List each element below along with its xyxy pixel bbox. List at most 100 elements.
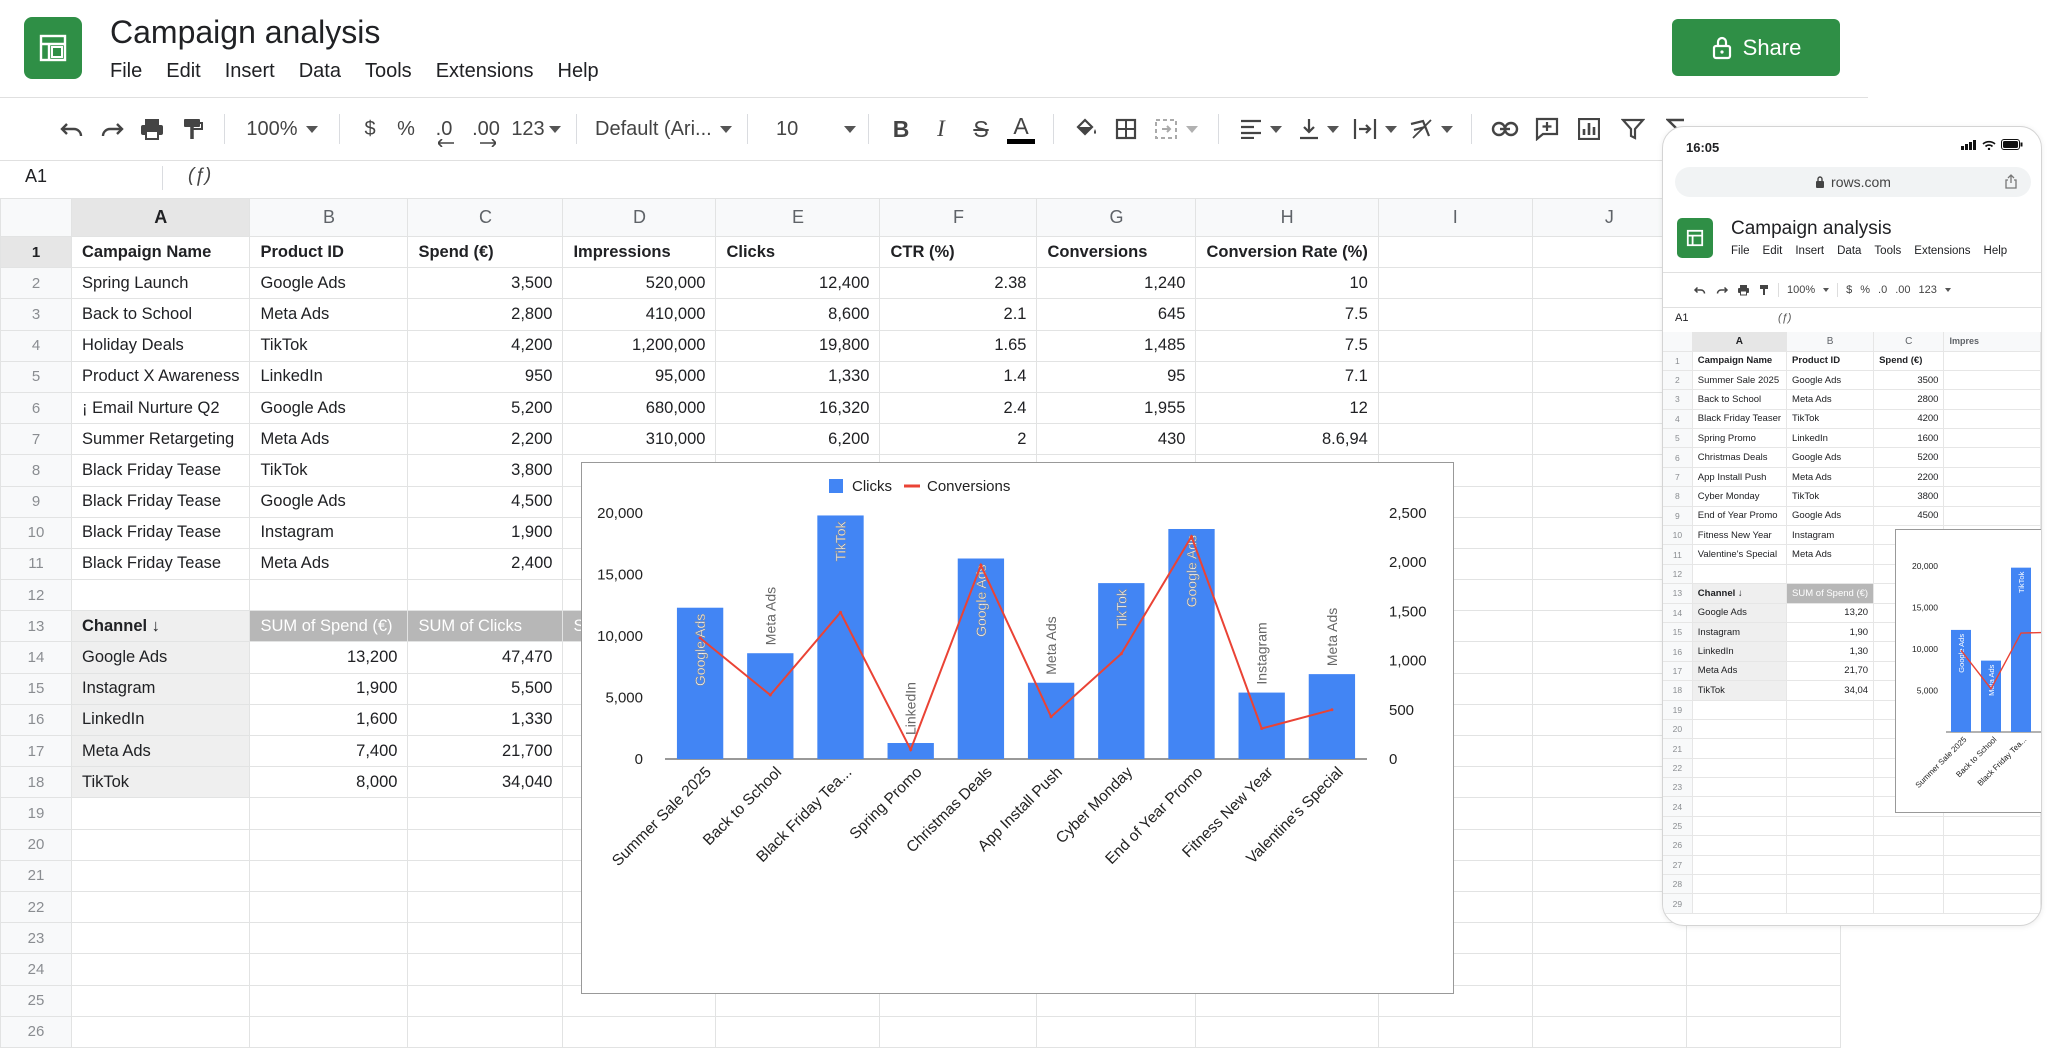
row-header[interactable]: 12 bbox=[1663, 564, 1693, 585]
cell[interactable]: Meta Ads bbox=[249, 423, 409, 456]
percent-format-button[interactable]: % bbox=[1860, 284, 1870, 296]
redo-icon[interactable] bbox=[1715, 285, 1729, 295]
row-header[interactable]: 23 bbox=[1663, 777, 1693, 798]
cell[interactable]: 1,485 bbox=[1036, 330, 1197, 362]
cell[interactable]: 2.4 bbox=[879, 392, 1038, 425]
cell[interactable]: Meta Ads bbox=[1786, 467, 1875, 488]
cell[interactable] bbox=[1686, 953, 1841, 986]
cell[interactable]: Back to School bbox=[71, 298, 251, 331]
cell[interactable]: 12 bbox=[1195, 392, 1379, 425]
row-header[interactable]: 16 bbox=[1663, 641, 1693, 662]
undo-icon[interactable] bbox=[1693, 285, 1707, 295]
cell[interactable]: 2200 bbox=[1873, 467, 1945, 488]
cell[interactable]: 4,200 bbox=[407, 330, 564, 362]
cell[interactable]: 8,600 bbox=[715, 298, 881, 331]
cell[interactable]: 7.5 bbox=[1195, 298, 1379, 331]
cell[interactable] bbox=[1532, 922, 1687, 955]
cell[interactable] bbox=[1943, 351, 2041, 371]
column-header-c[interactable]: C bbox=[407, 198, 564, 237]
cell[interactable]: CTR (%) bbox=[879, 236, 1038, 269]
cell[interactable]: SUM of Spend (€) bbox=[249, 610, 409, 643]
cell[interactable]: 7.1 bbox=[1195, 361, 1379, 393]
cell[interactable] bbox=[407, 579, 564, 612]
cell[interactable]: Google Ads bbox=[71, 641, 251, 674]
row-header[interactable]: 29 bbox=[1663, 893, 1693, 914]
cell[interactable] bbox=[1686, 1016, 1841, 1048]
cell[interactable]: Clicks bbox=[715, 236, 881, 269]
cell[interactable]: Google Ads bbox=[249, 486, 409, 518]
redo-icon[interactable] bbox=[92, 109, 132, 149]
cell[interactable] bbox=[1786, 777, 1875, 798]
row-header[interactable]: 7 bbox=[0, 423, 72, 456]
cell[interactable]: SUM of Clicks bbox=[407, 610, 564, 643]
cell[interactable]: 3800 bbox=[1873, 486, 1945, 507]
cell[interactable] bbox=[1692, 738, 1788, 759]
cell[interactable]: Instagram bbox=[71, 673, 251, 705]
bold-button[interactable]: B bbox=[881, 109, 921, 149]
cell[interactable]: TikTok bbox=[71, 766, 251, 799]
cell[interactable]: Instagram bbox=[249, 517, 409, 549]
cell[interactable] bbox=[249, 860, 409, 892]
cell[interactable]: 5,200 bbox=[407, 392, 564, 425]
row-header[interactable]: 23 bbox=[0, 922, 72, 955]
row-header[interactable]: 22 bbox=[1663, 758, 1693, 779]
document-title[interactable]: Campaign analysis bbox=[1731, 218, 1892, 240]
cell[interactable] bbox=[1692, 777, 1788, 798]
horizontal-align-icon[interactable] bbox=[1231, 109, 1291, 149]
number-format-select[interactable]: 123 bbox=[1919, 284, 1937, 296]
cell[interactable] bbox=[1786, 874, 1875, 895]
cell[interactable] bbox=[407, 1016, 564, 1048]
cell[interactable]: 950 bbox=[407, 361, 564, 393]
row-header[interactable]: 6 bbox=[1663, 447, 1693, 468]
row-header[interactable]: 8 bbox=[0, 454, 72, 487]
cell[interactable] bbox=[1786, 855, 1875, 876]
insert-chart-icon[interactable] bbox=[1568, 109, 1610, 149]
strikethrough-button[interactable]: S bbox=[961, 109, 1001, 149]
cell[interactable] bbox=[1692, 758, 1788, 779]
cell[interactable]: 1,200,000 bbox=[562, 330, 717, 362]
row-header[interactable]: 12 bbox=[0, 579, 72, 612]
cell[interactable]: 645 bbox=[1036, 298, 1197, 331]
number-format-select[interactable]: 123 bbox=[508, 109, 564, 149]
cell[interactable]: Meta Ads bbox=[1786, 389, 1875, 410]
cell[interactable] bbox=[407, 797, 564, 830]
cell[interactable]: 16,320 bbox=[715, 392, 881, 425]
cell[interactable]: Google Ads bbox=[249, 267, 409, 300]
percent-format-button[interactable]: % bbox=[388, 109, 424, 149]
cell[interactable]: Meta Ads bbox=[249, 548, 409, 581]
cell[interactable] bbox=[1873, 835, 1945, 856]
decrease-decimals-button[interactable]: .0 bbox=[424, 109, 464, 149]
menu-edit[interactable]: Edit bbox=[1763, 245, 1783, 257]
cell[interactable] bbox=[1786, 893, 1875, 914]
cell[interactable]: 4,500 bbox=[407, 486, 564, 518]
row-header[interactable]: 9 bbox=[0, 486, 72, 518]
cell[interactable] bbox=[1943, 447, 2041, 468]
cell[interactable]: 21,70 bbox=[1786, 661, 1875, 682]
cell[interactable] bbox=[1692, 564, 1788, 585]
cell[interactable]: Campaign Name bbox=[71, 236, 251, 269]
cell[interactable] bbox=[1378, 1016, 1533, 1048]
row-header[interactable]: 7 bbox=[1663, 467, 1693, 488]
cell[interactable] bbox=[1378, 298, 1533, 331]
row-header[interactable]: 18 bbox=[1663, 680, 1693, 701]
cell[interactable]: Channel ↓ bbox=[71, 610, 251, 643]
cell[interactable]: 2.1 bbox=[879, 298, 1038, 331]
cell[interactable]: Valentine's Special bbox=[1692, 544, 1788, 565]
row-header[interactable]: 16 bbox=[0, 704, 72, 737]
column-header-b[interactable]: B bbox=[1786, 332, 1875, 352]
zoom-select[interactable]: 100% bbox=[237, 109, 327, 149]
print-icon[interactable] bbox=[132, 109, 172, 149]
cell[interactable]: Conversion Rate (%) bbox=[1195, 236, 1379, 269]
cell[interactable] bbox=[71, 829, 251, 861]
cell[interactable]: 7,400 bbox=[249, 735, 409, 768]
cell[interactable]: 8,000 bbox=[249, 766, 409, 799]
cell[interactable]: Spend (€) bbox=[407, 236, 564, 269]
increase-decimals-button[interactable]: .00 bbox=[464, 109, 508, 149]
cell[interactable]: 2,800 bbox=[407, 298, 564, 331]
cell[interactable] bbox=[1943, 506, 2041, 527]
row-header[interactable]: 5 bbox=[0, 361, 72, 393]
cell[interactable] bbox=[1692, 700, 1788, 720]
cell[interactable] bbox=[1786, 758, 1875, 779]
formula-icon[interactable]: (ƒ) bbox=[188, 165, 211, 187]
cell[interactable] bbox=[1692, 835, 1788, 856]
